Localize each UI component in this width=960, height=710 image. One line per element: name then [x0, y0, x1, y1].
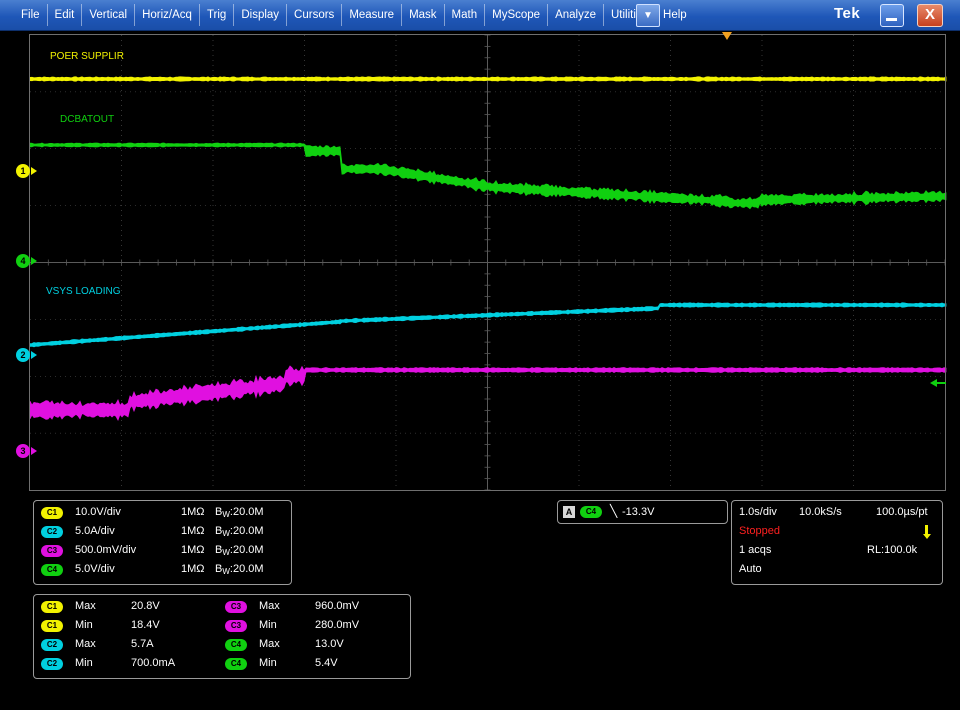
- falling-edge-icon: ╲: [610, 504, 618, 518]
- measurement-type: Max: [259, 638, 280, 650]
- measurement-type: Min: [259, 657, 277, 669]
- ch2-marker-arrow-icon: [31, 351, 37, 359]
- measurement-value: 13.0V: [315, 638, 344, 650]
- trigger-readout-panel[interactable]: A C4 ╲ -13.3V: [557, 500, 728, 524]
- measurement-badge-c2[interactable]: C2: [41, 658, 63, 670]
- ch1-marker-arrow-icon: [31, 167, 37, 175]
- trigger-position-marker[interactable]: [722, 32, 732, 40]
- bandwidth-value: :20.0M: [229, 525, 264, 537]
- trace-label-ch1: POER SUPPLIR: [50, 51, 124, 62]
- measurement-value: 5.7A: [131, 638, 154, 650]
- channel-badge-c4[interactable]: C4: [41, 564, 63, 576]
- channel-badge-c1[interactable]: C1: [41, 507, 63, 519]
- measurement-badge-c1[interactable]: C1: [41, 620, 63, 632]
- channel-scale: 500.0mV/div: [75, 544, 137, 556]
- channel-impedance: 1MΩ: [181, 525, 205, 537]
- sample-rate: 10.0kS/s: [799, 506, 842, 518]
- ch1-ground-marker[interactable]: 1: [16, 164, 30, 178]
- record-length: RL:100.0k: [867, 544, 918, 556]
- measurement-value: 5.4V: [315, 657, 338, 669]
- channel-bandwidth: BW:20.0M: [215, 544, 264, 557]
- trigger-source-badge: C4: [580, 506, 602, 518]
- measurement-type: Min: [259, 619, 277, 631]
- measurement-type: Max: [75, 638, 96, 650]
- channel-impedance: 1MΩ: [181, 544, 205, 556]
- measurement-badge-c2[interactable]: C2: [41, 639, 63, 651]
- bandwidth-subscript: W: [222, 548, 230, 557]
- measurement-type: Min: [75, 619, 93, 631]
- time-per-point: 100.0µs/pt: [876, 506, 928, 518]
- trigger-mode: Auto: [739, 563, 762, 575]
- channel-scale: 5.0V/div: [75, 563, 115, 575]
- measurement-badge-c3[interactable]: C3: [225, 620, 247, 632]
- ch3-marker-arrow-icon: [31, 447, 37, 455]
- channel-impedance: 1MΩ: [181, 563, 205, 575]
- measurement-badge-c4[interactable]: C4: [225, 658, 247, 670]
- measurement-badge-c3[interactable]: C3: [225, 601, 247, 613]
- timebase: 1.0s/div: [739, 506, 777, 518]
- trigger-level: -13.3V: [622, 506, 655, 518]
- channel-scale: 5.0A/div: [75, 525, 115, 537]
- trigger-mode-badge: A: [563, 506, 575, 518]
- measurement-badge-c1[interactable]: C1: [41, 601, 63, 613]
- channel-bandwidth: BW:20.0M: [215, 525, 264, 538]
- channel-bandwidth: BW:20.0M: [215, 506, 264, 519]
- graticule-border: [29, 34, 946, 491]
- acquisition-state: Stopped: [739, 525, 780, 537]
- bandwidth-subscript: W: [222, 510, 230, 519]
- bandwidth-value: :20.0M: [229, 544, 264, 556]
- channel-bandwidth: BW:20.0M: [215, 563, 264, 576]
- measurement-badge-c4[interactable]: C4: [225, 639, 247, 651]
- bandwidth-value: :20.0M: [229, 506, 264, 518]
- measurement-type: Max: [75, 600, 96, 612]
- acquisition-panel[interactable]: 1.0s/div 10.0kS/s 100.0µs/pt Stopped 1 a…: [731, 500, 943, 585]
- ch4-ground-marker[interactable]: 4: [16, 254, 30, 268]
- trace-label-ch4: DCBATOUT: [60, 114, 115, 125]
- acquisition-count: 1 acqs: [739, 544, 772, 556]
- bandwidth-subscript: W: [222, 529, 230, 538]
- bandwidth-value: :20.0M: [229, 563, 264, 575]
- measurement-value: 280.0mV: [315, 619, 360, 631]
- channel-badge-c2[interactable]: C2: [41, 526, 63, 538]
- measurement-type: Min: [75, 657, 93, 669]
- measurement-type: Max: [259, 600, 280, 612]
- measurements-panel[interactable]: C1 Max 20.8V C1 Min 18.4V C2 Max 5.7A C2 Min 700.0m…: [33, 594, 411, 679]
- channel-settings-panel[interactable]: C1 10.0V/div 1MΩ BW:20.0M C2 5.0A/div 1MΩ BW:20…: [33, 500, 292, 585]
- channel-impedance: 1MΩ: [181, 506, 205, 518]
- bandwidth-subscript: W: [222, 567, 230, 576]
- trigger-level-arrow-icon[interactable]: [930, 379, 937, 387]
- measurement-value: 18.4V: [131, 619, 160, 631]
- trigger-level-line: [937, 382, 946, 384]
- trace-label-ch2: VSYS LOADING: [46, 286, 121, 297]
- channel-badge-c3[interactable]: C3: [41, 545, 63, 557]
- ch3-ground-marker[interactable]: 3: [16, 444, 30, 458]
- measurement-value: 20.8V: [131, 600, 160, 612]
- ch4-marker-arrow-icon: [31, 257, 37, 265]
- channel-scale: 10.0V/div: [75, 506, 121, 518]
- measurement-value: 700.0mA: [131, 657, 176, 669]
- measurement-value: 960.0mV: [315, 600, 360, 612]
- trigger-status-arrow-icon: [923, 534, 931, 539]
- ch2-ground-marker[interactable]: 2: [16, 348, 30, 362]
